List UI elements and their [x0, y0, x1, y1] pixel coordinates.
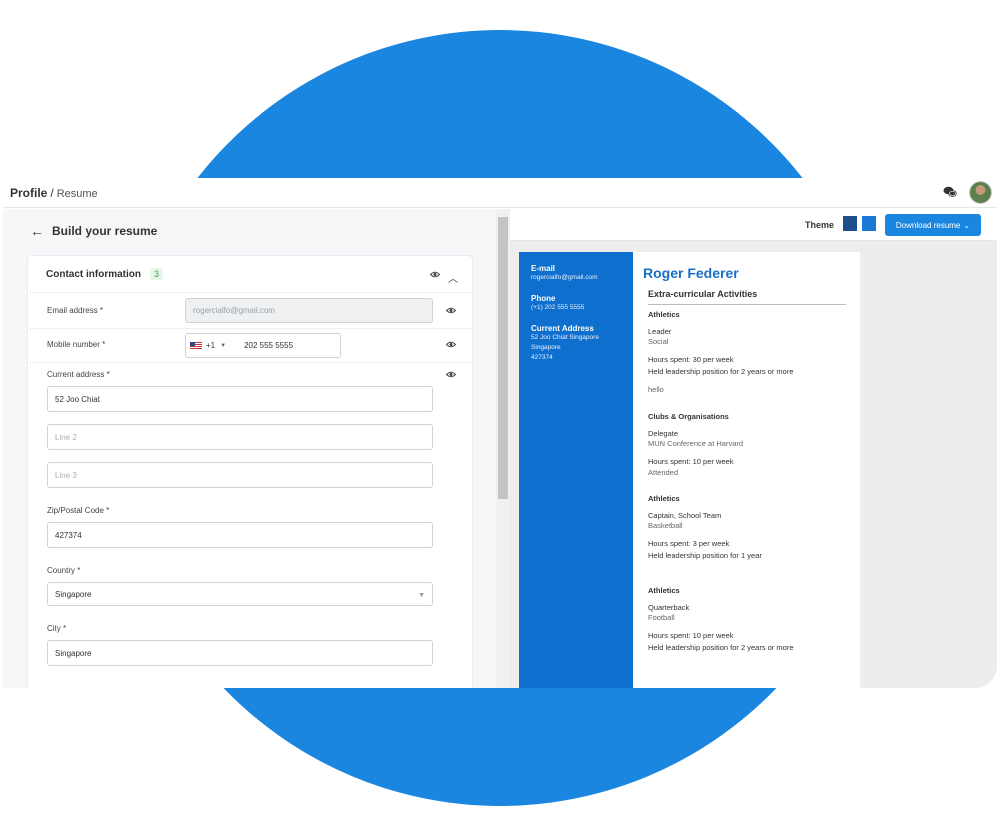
resume-section-title: Extra-curricular Activities [648, 289, 758, 299]
contact-information-card: Contact information 3 ︿ Email address * … [27, 255, 473, 688]
breadcrumb: Profile / Resume [10, 184, 98, 202]
theme-swatch-dark-blue[interactable] [843, 216, 857, 231]
entry-title: Clubs & Organisations [648, 412, 729, 421]
chevron-up-icon[interactable]: ︿ [448, 270, 458, 285]
section-count-badge: 3 [150, 268, 164, 280]
back-row[interactable]: ← Build your resume [30, 223, 157, 239]
entry-note: hello [648, 385, 664, 394]
zip-field[interactable]: 427374 [47, 522, 433, 548]
resume-sidebar: E-mail rogercialfo@gmail.com Phone (+1) … [519, 252, 633, 688]
scrollbar-thumb[interactable] [498, 217, 508, 499]
address-line3-field[interactable]: Line 3 [47, 462, 433, 488]
resume-email-label: E-mail [531, 264, 556, 273]
entry-leadership: Held leadership position for 2 years or … [648, 643, 794, 652]
resume-email-value: rogercialfo@gmail.com [531, 274, 598, 281]
resume-address-line1: 52 Joo Chiat Singapore [531, 334, 599, 341]
section-title: Contact information [46, 268, 141, 280]
divider [29, 362, 473, 363]
back-arrow-icon[interactable]: ← [30, 223, 44, 239]
entry-title: Athletics [648, 494, 680, 503]
entry-subtitle: Social [648, 337, 669, 346]
city-field[interactable]: Singapore [47, 640, 433, 666]
resume-document: E-mail rogercialfo@gmail.com Phone (+1) … [519, 252, 860, 688]
mobile-number-value: 202 555 5555 [244, 341, 294, 350]
address-line1-field[interactable]: 52 Joo Chiat [47, 386, 433, 412]
email-label: Email address * [47, 306, 104, 315]
address-line2-field[interactable]: Line 2 [47, 424, 433, 450]
country-label: Country * [47, 566, 81, 575]
page-title: Build your resume [52, 224, 158, 238]
resume-address-line3: 427374 [531, 354, 553, 361]
avatar[interactable] [969, 181, 992, 204]
entry-hours: Hours spent: 3 per week [648, 539, 730, 548]
breadcrumb-profile[interactable]: Profile [10, 186, 47, 200]
scrollbar[interactable] [496, 209, 510, 688]
caret-down-icon[interactable]: ▼ [220, 343, 226, 349]
resume-builder-panel: ← Build your resume Contact information … [3, 209, 496, 688]
eye-icon[interactable] [446, 341, 456, 348]
theme-label: Theme [805, 220, 835, 230]
resume-name: Roger Federer [643, 265, 739, 281]
country-value: Singapore [55, 589, 92, 599]
entry-title: Athletics [648, 586, 680, 595]
entry-leadership: Held leadership position for 2 years or … [648, 367, 794, 376]
entry-role: Delegate [648, 429, 679, 438]
entry-hours: Hours spent: 30 per week [648, 355, 734, 364]
resume-phone-label: Phone [531, 294, 556, 303]
city-label: City * [47, 624, 67, 633]
app-window: Profile / Resume ← Build your resume Conta… [3, 178, 997, 688]
chat-icon[interactable] [943, 186, 957, 198]
entry-note: Attended [648, 468, 679, 477]
entry-role: Captain, School Team [648, 511, 722, 520]
theme-swatch-blue[interactable] [862, 216, 876, 231]
resume-address-label: Current Address [531, 324, 594, 333]
section-divider [648, 304, 846, 305]
country-code[interactable]: +1 [206, 341, 215, 350]
download-resume-label: Download resume [895, 220, 961, 230]
zip-label: Zip/Postal Code * [47, 506, 110, 515]
entry-role: Leader [648, 327, 672, 336]
eye-icon[interactable] [446, 371, 456, 378]
mobile-number-field[interactable]: +1 ▼ 202 555 5555 [185, 333, 341, 358]
download-resume-button[interactable]: Download resume ⌄ [885, 214, 981, 236]
divider [29, 328, 473, 329]
entry-role: Quarterback [648, 603, 690, 612]
entry-subtitle: Basketball [648, 521, 683, 530]
entry-leadership: Held leadership position for 1 year [648, 551, 762, 560]
divider [29, 292, 473, 293]
resume-phone-value: (+1) 202 555 5555 [531, 304, 585, 311]
address-label: Current address * [47, 370, 110, 379]
entry-subtitle: Football [648, 613, 675, 622]
resume-main: Roger Federer Extra-curricular Activitie… [633, 252, 860, 688]
resume-preview-panel: Theme Download resume ⌄ E-mail rogercial… [510, 209, 997, 688]
mobile-label: Mobile number * [47, 340, 106, 349]
eye-icon[interactable] [430, 271, 440, 278]
preview-toolbar: Theme Download resume ⌄ [510, 209, 997, 241]
chevron-down-icon: ⌄ [963, 220, 971, 230]
email-field[interactable]: rogercialfo@gmail.com [185, 298, 433, 323]
eye-icon[interactable] [446, 307, 456, 314]
breadcrumb-separator: / [50, 185, 54, 200]
breadcrumb-resume: Resume [56, 187, 98, 200]
dropdown-arrow-icon[interactable]: ▼ [418, 592, 425, 599]
country-select[interactable]: Singapore ▼ [47, 582, 433, 606]
entry-hours: Hours spent: 10 per week [648, 631, 734, 640]
entry-subtitle: MUN Conference at Harvard [648, 439, 744, 448]
resume-address-line2: Singapore [531, 344, 561, 351]
entry-title: Athletics [648, 310, 680, 319]
top-bar: Profile / Resume [3, 178, 997, 208]
card-header[interactable]: Contact information 3 [46, 268, 164, 280]
entry-hours: Hours spent: 10 per week [648, 457, 734, 466]
us-flag-icon [190, 341, 202, 350]
